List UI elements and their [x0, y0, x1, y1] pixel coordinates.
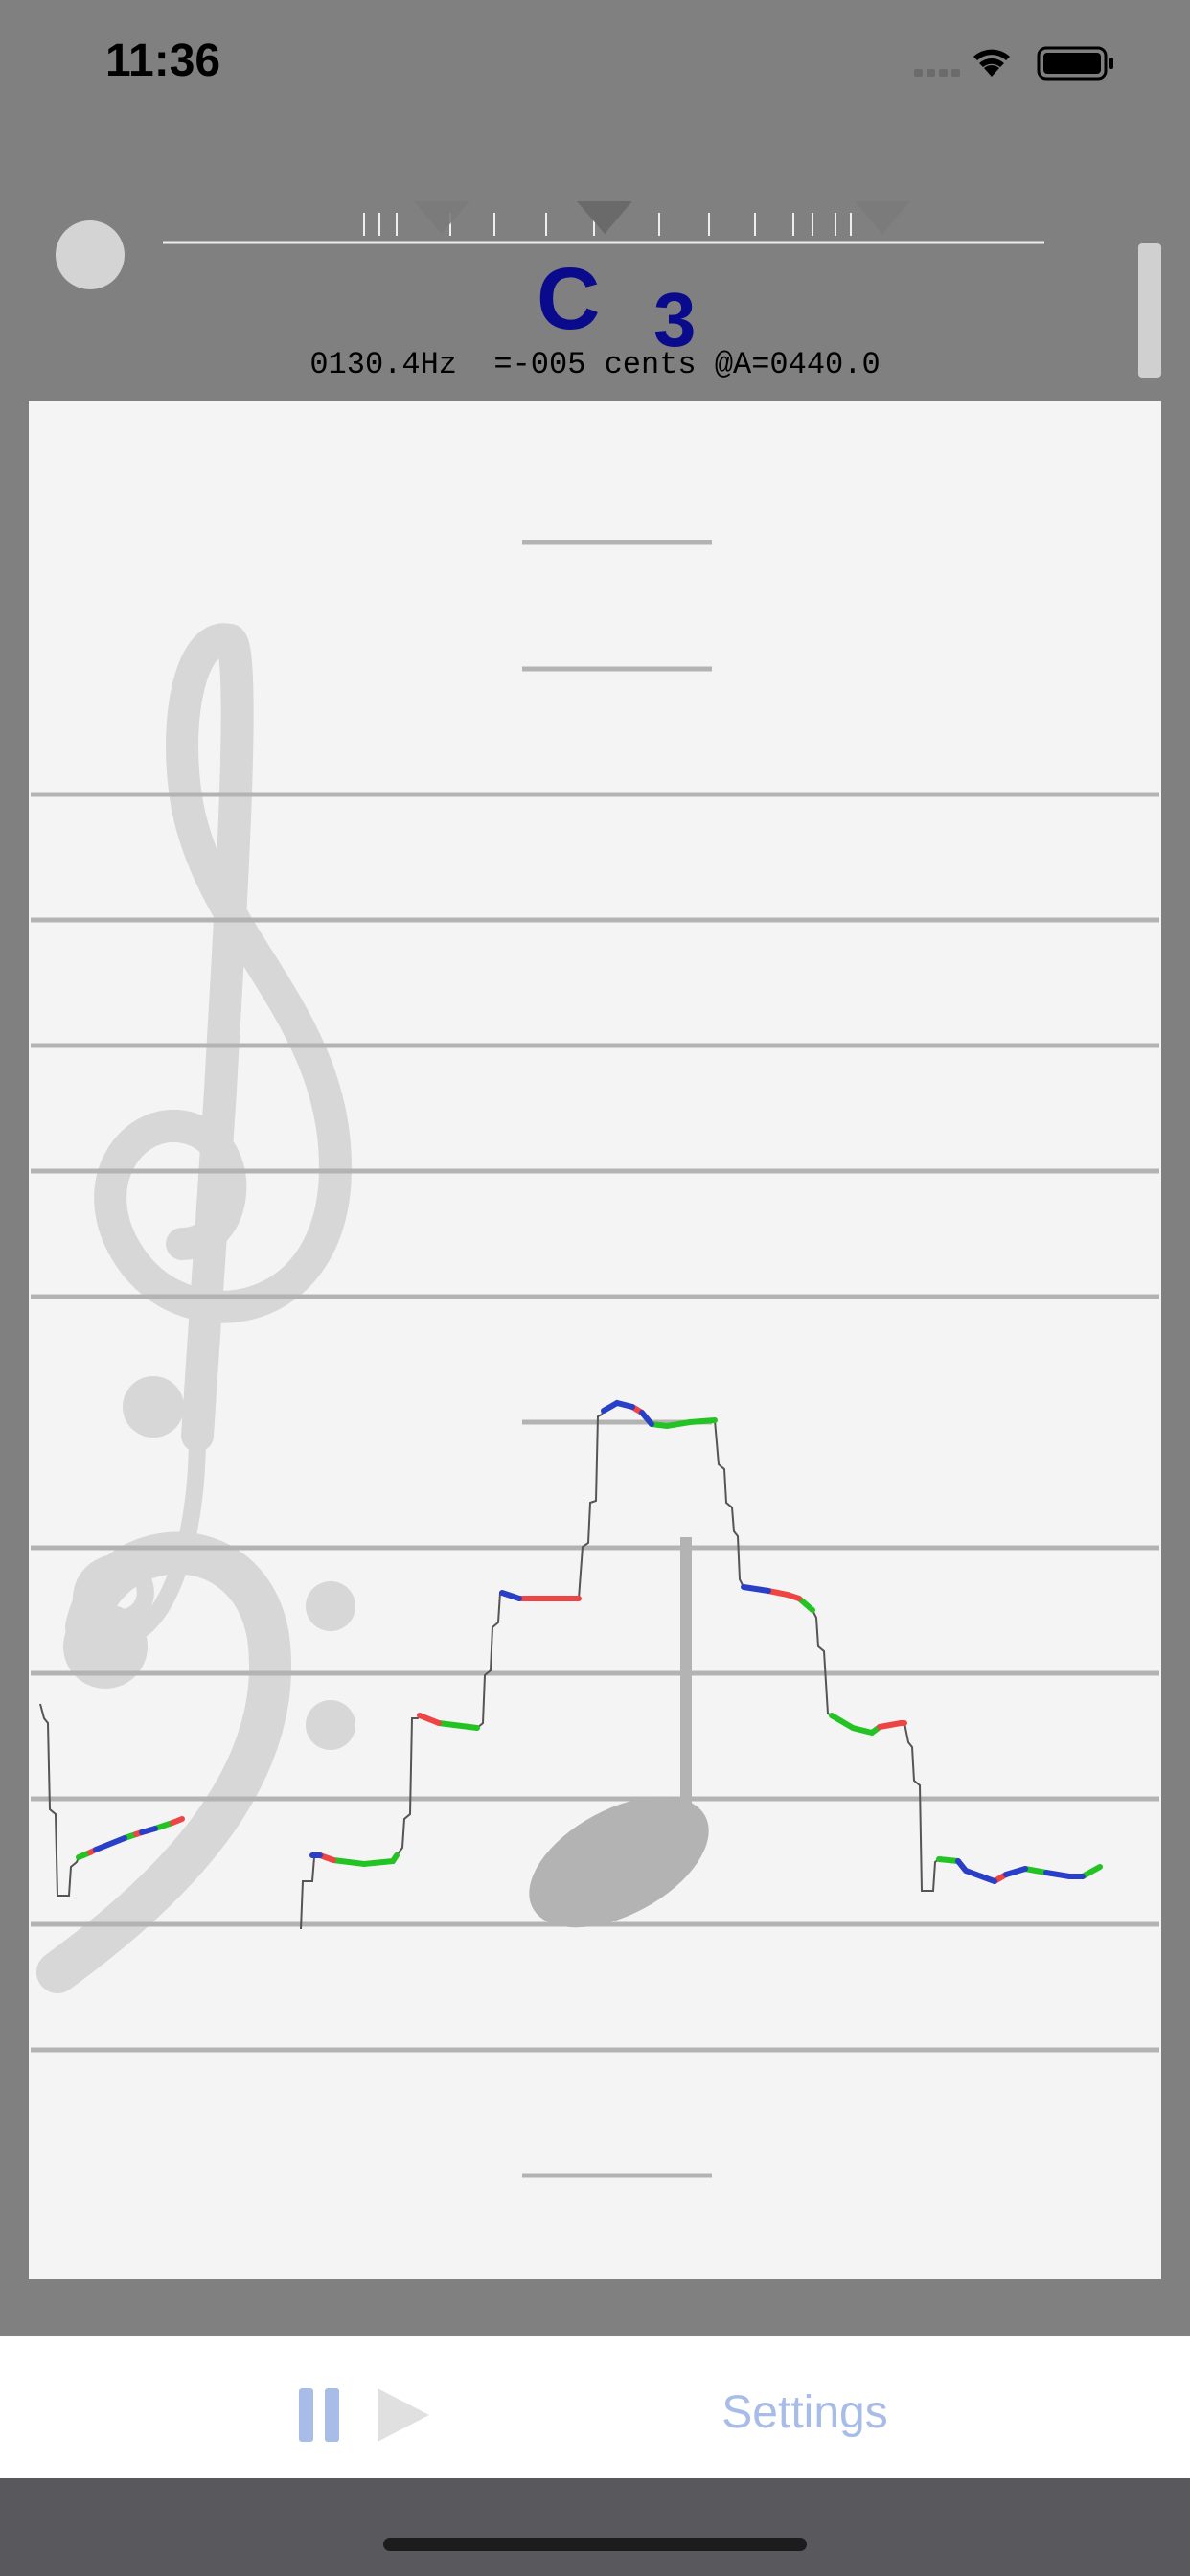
recording-indicator: [56, 220, 125, 289]
wifi-icon: [973, 49, 1010, 77]
bottom-toolbar: [0, 2336, 1190, 2478]
tuner-scale: [163, 192, 1044, 249]
pause-button[interactable]: [299, 2388, 341, 2442]
scale-marker-center: [577, 201, 632, 234]
treble-clef-icon: [73, 623, 353, 1646]
home-indicator[interactable]: [383, 2538, 807, 2551]
scale-marker-left: [414, 201, 469, 234]
status-bar: 11:36: [0, 0, 1190, 134]
status-icons: [912, 42, 1133, 80]
cellular-signal-icon: [914, 69, 960, 77]
play-button[interactable]: [376, 2386, 431, 2444]
play-icon: [378, 2388, 429, 2442]
settings-button[interactable]: Settings: [671, 2384, 939, 2442]
status-time: 11:36: [105, 35, 221, 86]
zoom-slider[interactable]: [1138, 243, 1161, 378]
note-letter: C: [537, 250, 601, 348]
staff-panel: [29, 401, 1161, 2279]
detected-note: C 3: [537, 250, 747, 362]
battery-icon: [1037, 46, 1113, 80]
pitch-readout: 0130.4Hz =-005 cents @A=0440.0: [309, 347, 881, 382]
scale-marker-right: [855, 201, 910, 234]
home-indicator-area: [0, 2478, 1190, 2576]
pause-icon: [299, 2388, 339, 2442]
bass-clef-icon: [36, 1531, 355, 1993]
